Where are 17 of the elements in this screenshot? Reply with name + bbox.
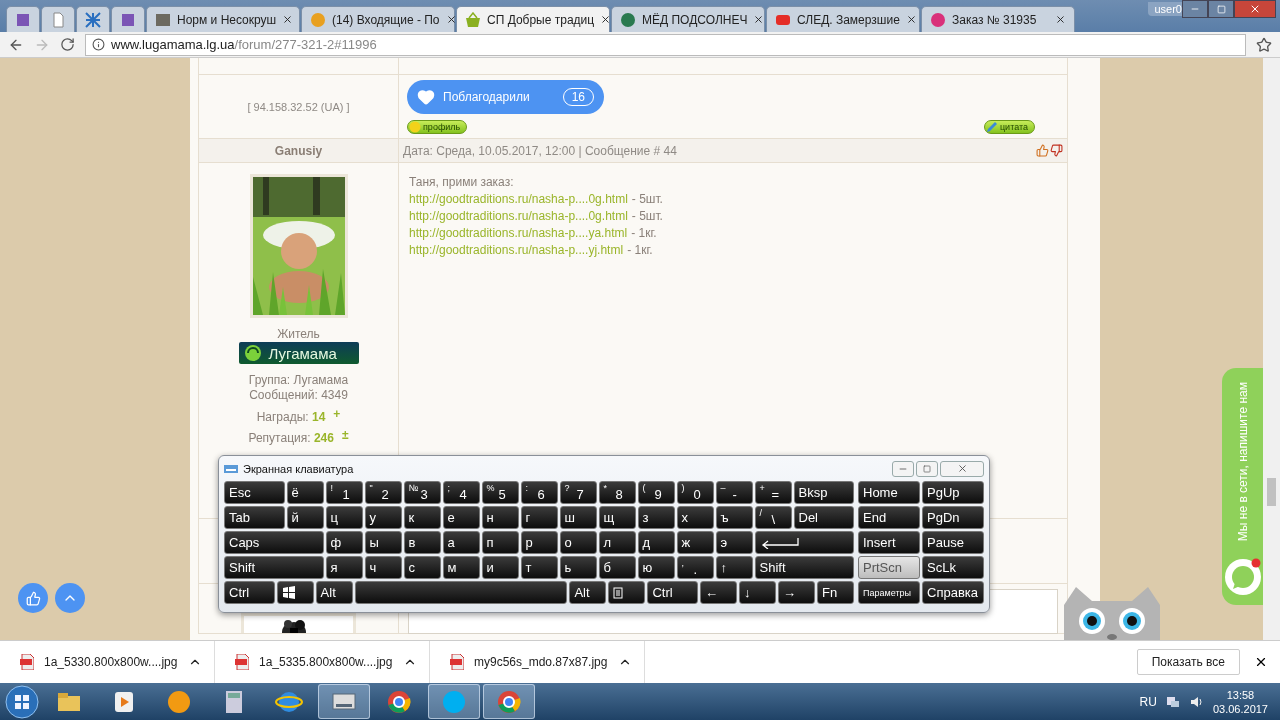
reputation: Репутация: 246 [248, 431, 334, 446]
user-rank: Житель [277, 327, 320, 342]
window-title: Экранная клавиатура [243, 462, 354, 475]
post-meta: Дата: Среда, 10.05.2017, 12:00 | Сообщение # 44 [403, 143, 677, 158]
file-name: my9c56s_mdo.87x87.jpg [474, 655, 608, 669]
awards: Награды: 14 [256, 410, 326, 425]
file-name: 1a_5335.800x800w....jpg [259, 655, 393, 669]
order-quantity: - 1кг. [631, 226, 657, 240]
order-quantity: - 5шт. [631, 192, 663, 206]
chat-label: Мы не в сети, напишите нам [1235, 382, 1250, 542]
order-quantity: - 5шт. [631, 209, 663, 223]
user-group: Группа: Лугамама [248, 373, 349, 388]
order-quantity: - 1кг. [627, 243, 653, 257]
badge-text: Лугамама [268, 345, 337, 361]
message-count: Сообщений: 4349 [249, 388, 348, 403]
file-name: 1a_5330.800x800w....jpg [44, 655, 178, 669]
post-text: Таня, прими заказ: [409, 174, 515, 191]
